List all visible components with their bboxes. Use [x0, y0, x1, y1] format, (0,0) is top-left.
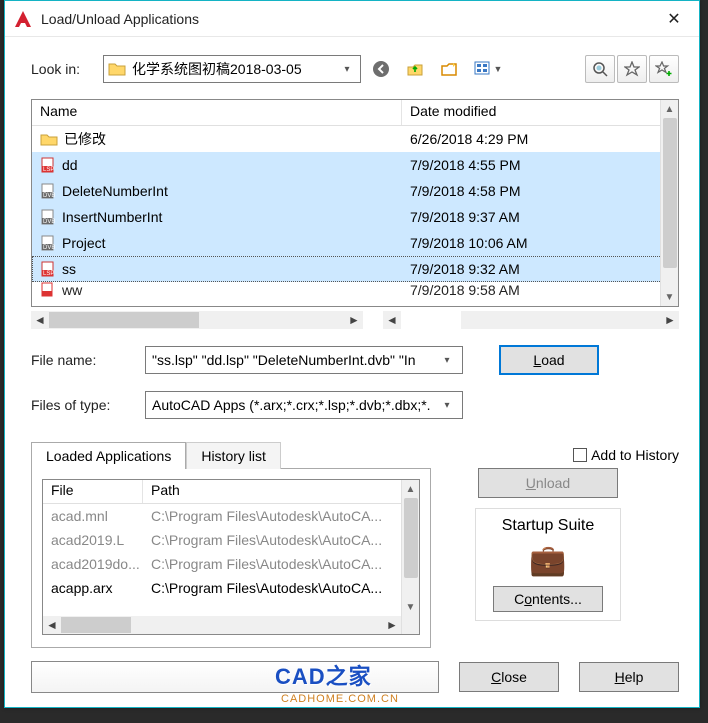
file-row[interactable]: DVBProject7/9/2018 10:06 AM [32, 230, 678, 256]
startup-suite-box: Startup Suite 💼 Contents... [475, 508, 621, 621]
unload-button[interactable]: Unload [478, 468, 618, 498]
up-folder-button[interactable] [401, 55, 429, 83]
watermark-url: CADHOME.COM.CN [281, 693, 399, 705]
panel-row: File Path acad.mnlC:\Program Files\Autod… [31, 468, 679, 648]
window-title: Load/Unload Applications [41, 11, 657, 27]
col-name[interactable]: Name [32, 100, 402, 125]
loaded-app-row[interactable]: acapp.arxC:\Program Files\Autodesk\AutoC… [43, 576, 419, 600]
load-button[interactable]: Load [499, 345, 599, 375]
folder-icon [108, 61, 126, 77]
loaded-apps-list: File Path acad.mnlC:\Program Files\Autod… [42, 479, 420, 635]
file-row[interactable]: LSPdd7/9/2018 4:55 PM [32, 152, 678, 178]
close-window-button[interactable]: ✕ [657, 5, 691, 33]
file-list: Name Date modified 已修改6/26/2018 4:29 PML… [31, 99, 679, 307]
briefcase-icon[interactable]: 💼 [529, 543, 566, 578]
loaded-app-row[interactable]: acad.mnlC:\Program Files\Autodesk\AutoCA… [43, 504, 419, 528]
svg-text:LSP: LSP [43, 271, 54, 277]
bottom-bar: Close Help [31, 661, 679, 693]
svg-text:DVB: DVB [43, 219, 55, 225]
add-to-history-checkbox[interactable]: Add to History [573, 447, 679, 463]
svg-text:DVB: DVB [43, 245, 55, 251]
search-web-button[interactable] [585, 55, 615, 83]
loaded-apps-panel: File Path acad.mnlC:\Program Files\Autod… [31, 468, 431, 648]
lookin-path: 化学系统图初稿2018-03-05 [132, 59, 338, 79]
view-menu-button[interactable]: ▼ [469, 55, 507, 83]
back-button[interactable] [367, 55, 395, 83]
filetype-select[interactable]: AutoCAD Apps (*.arx;*.crx;*.lsp;*.dvb;*.… [145, 391, 463, 419]
col-path[interactable]: Path [143, 480, 419, 503]
filetype-row: Files of type: AutoCAD Apps (*.arx;*.crx… [31, 391, 679, 419]
file-row[interactable]: 已修改6/26/2018 4:29 PM [32, 126, 678, 152]
vertical-scrollbar[interactable]: ▲▼ [660, 100, 678, 306]
file-list-header: Name Date modified [32, 100, 678, 126]
tab-loaded[interactable]: Loaded Applications [31, 442, 186, 469]
contents-button[interactable]: Contents... [493, 586, 603, 612]
filename-input[interactable]: "ss.lsp" "dd.lsp" "DeleteNumberInt.dvb" … [145, 346, 463, 374]
lookin-combo[interactable]: 化学系统图初稿2018-03-05 ▾ [103, 55, 361, 83]
file-row[interactable]: DVBDeleteNumberInt7/9/2018 4:58 PM [32, 178, 678, 204]
file-row[interactable]: DVBInsertNumberInt7/9/2018 9:37 AM [32, 204, 678, 230]
tool-group [585, 55, 679, 83]
file-row[interactable]: LSPss7/9/2018 9:32 AM [32, 256, 678, 282]
loaded-app-row[interactable]: acad2019.LC:\Program Files\Autodesk\Auto… [43, 528, 419, 552]
dialog-window: Load/Unload Applications ✕ Look in: 化学系统… [4, 0, 700, 708]
horizontal-scrollbar[interactable]: ◄► [43, 616, 401, 634]
status-field [31, 661, 439, 693]
lookin-label: Look in: [31, 61, 97, 77]
vertical-scrollbar[interactable]: ▲▼ [401, 480, 419, 634]
filename-row: File name: "ss.lsp" "dd.lsp" "DeleteNumb… [31, 345, 679, 375]
loaded-app-row[interactable]: acad2019do...C:\Program Files\Autodesk\A… [43, 552, 419, 576]
lookin-row: Look in: 化学系统图初稿2018-03-05 ▾ ▼ [31, 55, 679, 83]
close-button[interactable]: Close [459, 662, 559, 692]
new-folder-button[interactable] [435, 55, 463, 83]
chevron-down-icon[interactable]: ▾ [438, 348, 456, 372]
tabs: Loaded Applications History list Add to … [31, 441, 679, 468]
filename-label: File name: [31, 352, 135, 368]
help-button[interactable]: Help [579, 662, 679, 692]
chevron-down-icon[interactable]: ▾ [438, 393, 456, 417]
svg-text:DVB: DVB [43, 193, 55, 199]
filetype-label: Files of type: [31, 397, 135, 413]
file-row-partial[interactable]: ww 7/9/2018 9:58 AM [32, 282, 678, 300]
startup-suite-label: Startup Suite [502, 517, 595, 535]
favorites-button[interactable] [617, 55, 647, 83]
horizontal-scrollbar[interactable]: ◄ ► ◄ ► [31, 311, 679, 329]
col-file[interactable]: File [43, 480, 143, 503]
add-favorite-button[interactable] [649, 55, 679, 83]
chevron-down-icon[interactable]: ▾ [338, 57, 356, 81]
svg-text:LSP: LSP [43, 167, 54, 173]
side-panel: Unload Startup Suite 💼 Contents... [453, 468, 643, 648]
title-bar: Load/Unload Applications ✕ [5, 1, 699, 37]
col-date[interactable]: Date modified [402, 100, 678, 125]
dialog-body: Look in: 化学系统图初稿2018-03-05 ▾ ▼ [5, 37, 699, 658]
tab-history[interactable]: History list [186, 442, 281, 469]
autocad-app-icon [13, 9, 33, 29]
